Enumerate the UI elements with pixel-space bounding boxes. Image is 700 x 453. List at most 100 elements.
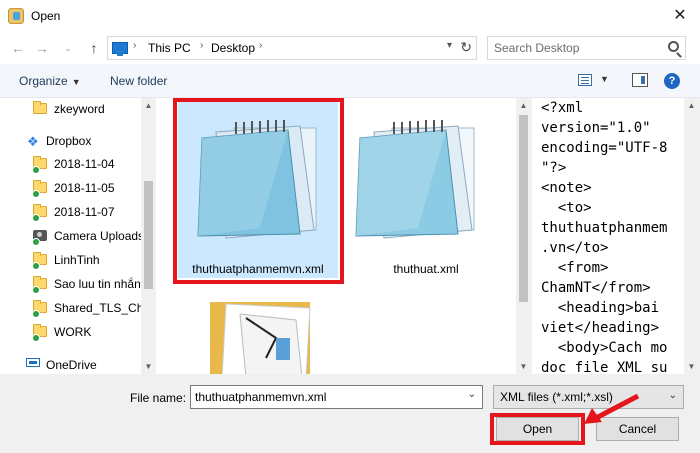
breadcrumb-separator-icon: › [259,40,263,51]
sidebar-item-2018-11-04[interactable]: 2018-11-04 [0,153,141,177]
file-tile-folder[interactable] [196,294,316,374]
breadcrumb-separator-icon: › [133,40,137,51]
preview-line: <heading>bai [541,300,660,316]
preview-line: <body>Cach mo [541,340,668,356]
sync-check-icon [32,310,40,318]
preview-pane-icon[interactable] [632,73,648,87]
sidebar-item-label: OneDrive [46,358,97,372]
refresh-icon[interactable]: ↻ [460,39,472,56]
sync-check-icon [32,190,40,198]
sidebar-item-sao-luu-tin-nhan[interactable]: Sao luu tin nhắn [0,273,141,297]
search-box[interactable]: Search Desktop [487,36,686,60]
sidebar-item-work[interactable]: WORK [0,321,141,345]
view-dropdown-icon[interactable]: ▼ [600,74,609,84]
organize-button[interactable]: Organize ▼ [19,74,81,88]
preview-line: "?> [541,160,567,176]
file-tile-thuthuat[interactable]: thuthuat.xml [346,100,506,278]
navigation-pane: zkeyword ❖ Dropbox 2018-11-04 2018-11-05… [0,98,156,374]
navigation-bar: ← → ⌄ ↑ › This PC › Desktop › ▾ ↻ Search… [0,32,700,64]
chevron-down-icon: ⌄ [668,390,677,401]
recent-locations-chevron-icon[interactable]: ⌄ [58,38,78,58]
sidebar-item-dropbox[interactable]: ❖ Dropbox [0,130,141,154]
preview-line: <to> [541,200,592,216]
scroll-up-icon[interactable]: ▲ [141,98,156,113]
command-toolbar: Organize ▼ New folder ▼ ? [0,64,700,98]
red-arrow-icon [584,394,640,424]
close-button[interactable]: ✕ [660,0,700,32]
address-bar[interactable]: › This PC › Desktop › ▾ ↻ [107,36,477,60]
breadcrumb-this-pc[interactable]: This PC [148,41,191,55]
sidebar-item-label: Sao luu tin nhắn [54,277,141,291]
red-highlight-box [490,413,585,445]
sidebar-item-label: 2018-11-05 [54,181,115,195]
sidebar-item-zkeyword[interactable]: zkeyword [0,98,141,122]
preview-line: doc file XML su [541,360,668,374]
help-icon[interactable]: ? [664,73,680,89]
sync-check-icon [32,334,40,342]
sidebar-item-onedrive[interactable]: OneDrive [0,354,141,374]
scroll-down-icon[interactable]: ▼ [516,359,531,374]
this-pc-icon [112,42,128,56]
preview-line: encoding="UTF-8 [541,140,668,156]
content-scrollbar[interactable]: ▲ ▼ [516,98,532,374]
new-folder-button[interactable]: New folder [110,74,167,88]
preview-line: version="1.0" [541,120,651,136]
scroll-down-icon[interactable]: ▼ [684,359,699,374]
folder-icon [33,101,47,114]
sidebar-item-2018-11-07[interactable]: 2018-11-07 [0,201,141,225]
preview-line: <note> [541,180,592,196]
sidebar-item-label: zkeyword [54,102,105,116]
caret-down-icon: ▼ [71,77,81,87]
sidebar-item-label: WORK [54,325,92,339]
sync-check-icon [32,214,40,222]
view-options-icon[interactable] [578,74,592,86]
red-highlight-box [173,98,344,284]
sidebar-item-label: 2018-11-04 [54,157,115,171]
preview-line: .vn</to> [541,240,609,256]
file-name-input[interactable]: thuthuatphanmemvn.xml ⌄ [190,385,483,409]
scroll-down-icon[interactable]: ▼ [141,359,156,374]
preview-line: ChamNT</from> [541,280,651,296]
back-button[interactable]: ← [8,38,28,58]
preview-line: viet</heading> [541,320,660,336]
sidebar-item-label: Shared_TLS_Cha [54,301,151,315]
sync-check-icon [32,166,40,174]
sidebar-item-2018-11-05[interactable]: 2018-11-05 [0,177,141,201]
sidebar-item-label: Dropbox [46,134,92,148]
search-placeholder: Search Desktop [494,41,580,55]
folder-icon [210,302,311,374]
address-dropdown-icon[interactable]: ▾ [447,40,452,51]
chevron-down-icon[interactable]: ⌄ [468,389,476,400]
app-icon [8,8,24,24]
file-list: thuthuatphanmemvn.xml thuthuat.xml [156,98,518,374]
sync-check-icon [32,238,40,246]
sidebar-item-linhtinh[interactable]: LinhTinh [0,249,141,273]
scrollbar-thumb[interactable] [519,115,528,302]
forward-button[interactable]: → [32,38,52,58]
search-icon [668,41,679,52]
file-name-label: thuthuat.xml [393,262,459,276]
scrollbar-thumb[interactable] [144,181,153,289]
sidebar-item-shared-tls[interactable]: Shared_TLS_Cha [0,297,150,321]
organize-label: Organize [19,74,68,88]
preview-pane: <?xml version="1.0" encoding="UTF-8 "?> … [532,98,700,374]
preview-line: <?xml [541,100,584,116]
title-bar: Open ✕ [0,0,700,32]
up-button[interactable]: ↑ [84,38,104,58]
onedrive-icon [26,358,40,367]
breadcrumb-desktop[interactable]: Desktop [211,41,255,55]
sidebar-item-label: LinhTinh [54,253,100,267]
scroll-up-icon[interactable]: ▲ [516,98,531,113]
preview-scrollbar[interactable]: ▲ ▼ [684,98,700,374]
scroll-up-icon[interactable]: ▲ [684,98,699,113]
sidebar-item-camera-uploads[interactable]: Camera Uploads [0,225,145,249]
preview-line: <from> [541,260,609,276]
sidebar-item-label: 2018-11-07 [54,205,115,219]
navigation-scrollbar[interactable]: ▲ ▼ [141,98,156,374]
sync-check-icon [32,286,40,294]
breadcrumb-separator-icon: › [200,40,204,51]
file-name-value: thuthuatphanmemvn.xml [195,390,327,404]
preview-line: thuthuatphanmem [541,220,668,236]
sync-check-icon [32,262,40,270]
sidebar-item-label: Camera Uploads [54,229,145,243]
